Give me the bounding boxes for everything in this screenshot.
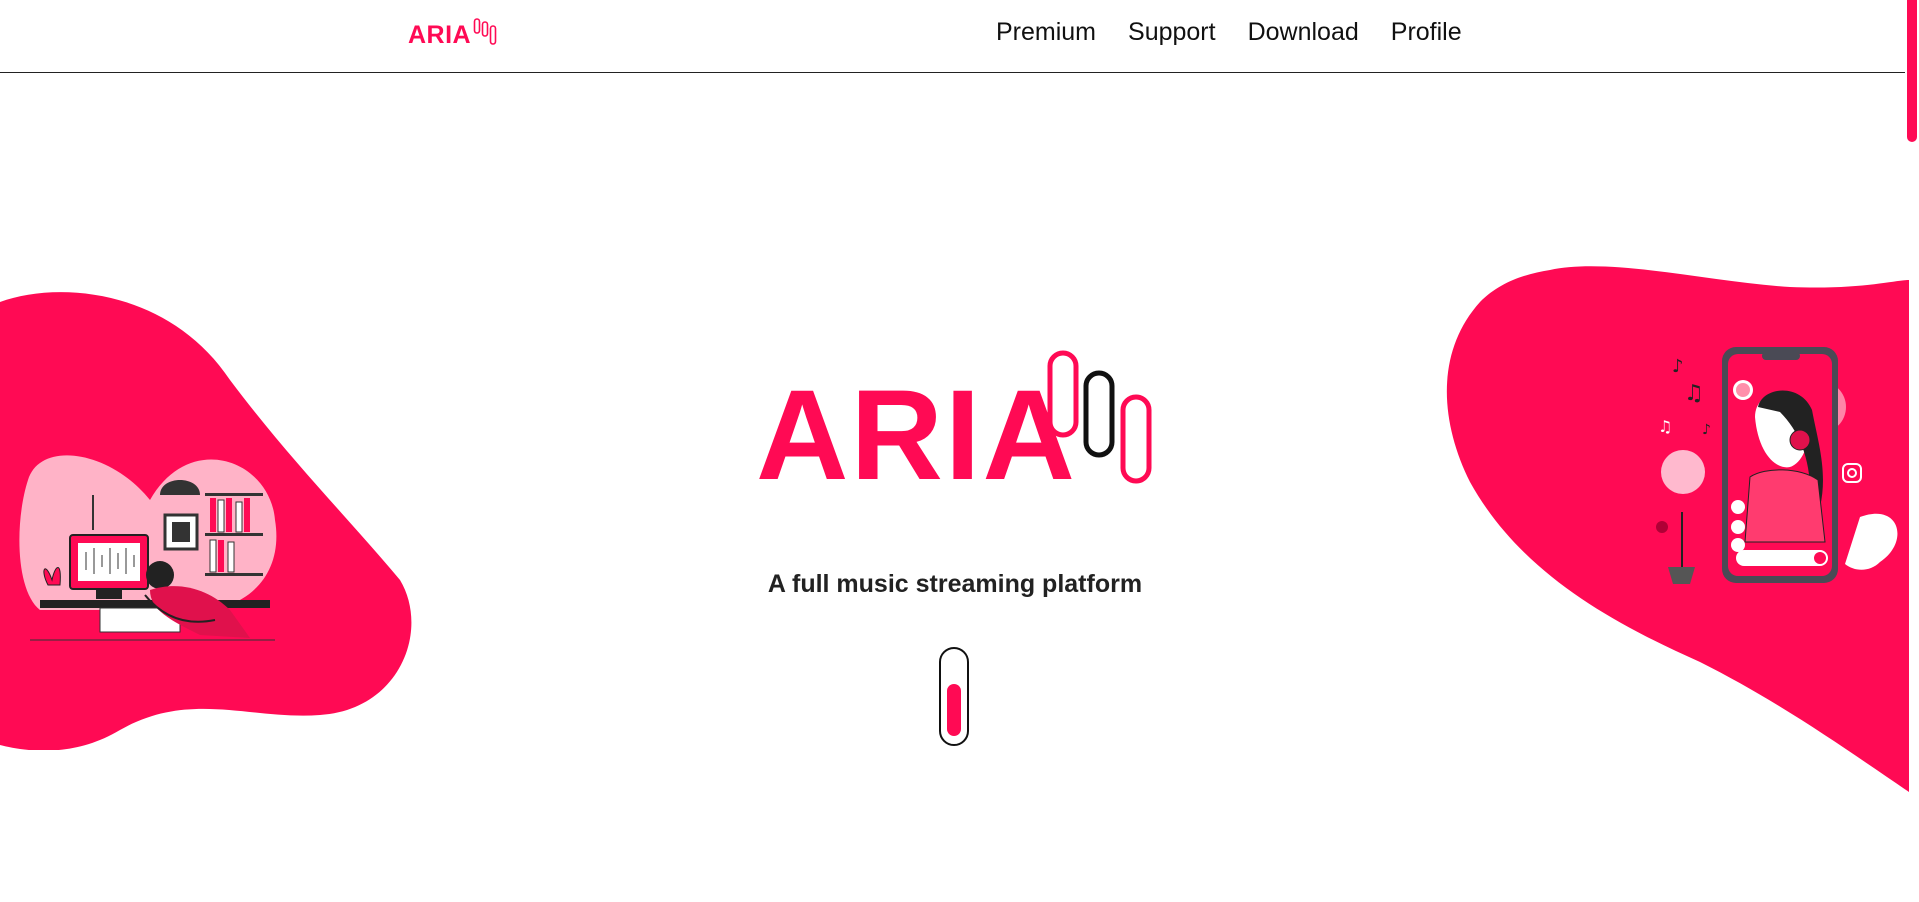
hero-tagline: A full music streaming platform — [767, 570, 1143, 598]
logo-bars-icon — [1047, 350, 1152, 484]
nav-link-premium[interactable]: Premium — [996, 18, 1096, 47]
left-blob-illustration — [0, 292, 412, 750]
logo-bars-icon — [473, 18, 497, 45]
svg-text:♫: ♫ — [1658, 417, 1672, 436]
svg-text:♪: ♪ — [1702, 422, 1711, 438]
nav-logo[interactable]: ARIA — [408, 18, 497, 50]
svg-text:♫: ♫ — [1684, 381, 1704, 406]
nav-link-profile[interactable]: Profile — [1391, 18, 1462, 47]
scrollbar-thumb[interactable] — [1907, 0, 1917, 142]
svg-text:♪: ♪ — [1672, 356, 1684, 377]
nav-link-download[interactable]: Download — [1248, 18, 1359, 47]
mouse-scroll-icon[interactable] — [938, 646, 970, 748]
right-blob-illustration: ♪ ♫ ♫ ♪ ♫ — [1446, 266, 1909, 792]
hero-logo-text: ARIA — [756, 364, 1077, 507]
hero-logo: ARIA — [756, 350, 1156, 500]
nav-logo-text: ARIA — [408, 21, 472, 49]
nav-links: Premium Support Download Profile — [996, 18, 1462, 47]
navbar: ARIA Premium Support Download Profile — [0, 0, 1905, 73]
nav-link-support[interactable]: Support — [1128, 18, 1216, 47]
